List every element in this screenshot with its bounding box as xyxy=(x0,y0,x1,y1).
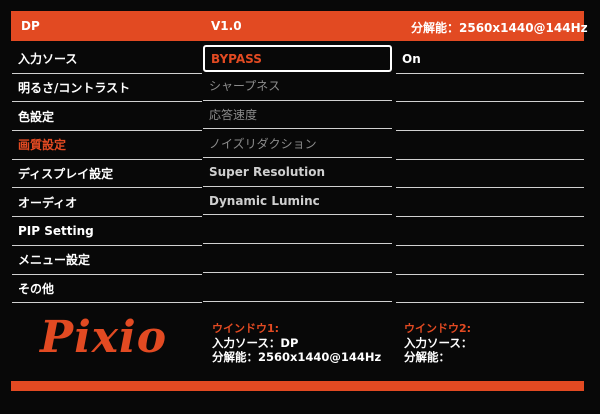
menu-item-pip-setting[interactable]: PIP Setting xyxy=(12,217,202,246)
submenu-item-sharpness[interactable]: シャープネス xyxy=(203,72,392,101)
menu-item-color-settings[interactable]: 色設定 xyxy=(12,102,202,132)
header-resolution: 分解能：2560x1440@144Hz xyxy=(411,21,588,35)
submenu-empty-row xyxy=(203,273,392,302)
window1-title: ウインドウ1: xyxy=(212,322,280,335)
value-empty-row xyxy=(396,246,584,275)
menu-item-audio[interactable]: オーディオ xyxy=(12,188,202,218)
submenu-item-label: Super Resolution xyxy=(209,164,326,179)
value-empty-row xyxy=(396,102,584,132)
window1-input-line: 入力ソース：DP xyxy=(212,336,299,350)
window1-info: ウインドウ1: 入力ソース：DP 分解能：2560x1440@144Hz xyxy=(212,322,381,364)
submenu-item-label: Dynamic Luminc xyxy=(209,193,320,208)
submenu-item-bypass[interactable]: BYPASS xyxy=(203,45,392,72)
submenu-item-label: 応答速度 xyxy=(209,108,258,123)
submenu-item-label: BYPASS xyxy=(211,51,262,66)
footer-bar xyxy=(11,381,584,391)
menu-item-label: メニュー設定 xyxy=(18,253,91,268)
menu-item-label: ディスプレイ設定 xyxy=(18,167,114,182)
pixio-logo: Pixio xyxy=(40,312,168,363)
menu-item-label: 色設定 xyxy=(18,109,55,124)
value-empty-row xyxy=(396,74,584,103)
header-bar: DP V1.0 分解能：2560x1440@144Hz xyxy=(11,11,588,41)
submenu-empty-row xyxy=(203,215,392,245)
header-version: V1.0 xyxy=(211,19,242,33)
value-empty-row xyxy=(396,217,584,246)
menu-item-label: 画質設定 xyxy=(18,138,67,153)
menu-item-label: オーディオ xyxy=(18,195,78,210)
submenu-item-label: シャープネス xyxy=(209,79,281,94)
window2-info: ウインドウ2: 入力ソース： 分解能： xyxy=(404,322,472,364)
osd-screen: DP V1.0 分解能：2560x1440@144Hz 入力ソース 明るさ/コン… xyxy=(0,0,600,414)
menu-item-label: 明るさ/コントラスト xyxy=(18,81,131,96)
window2-title: ウインドウ2: xyxy=(404,322,472,335)
window2-resolution-line: 分解能： xyxy=(404,350,450,364)
window1-resolution-line: 分解能：2560x1440@144Hz xyxy=(212,350,382,364)
menu-item-menu-settings[interactable]: メニュー設定 xyxy=(12,246,202,275)
menu-item-brightness-contrast[interactable]: 明るさ/コントラスト xyxy=(12,74,202,103)
value-empty-row xyxy=(396,131,584,160)
submenu: BYPASS シャープネス 応答速度 ノイズリダクション Super Resol… xyxy=(203,45,392,302)
submenu-item-label: ノイズリダクション xyxy=(209,136,317,151)
value-empty-row xyxy=(396,188,584,218)
main-menu: 入力ソース 明るさ/コントラスト 色設定 画質設定 ディスプレイ設定 オーディオ… xyxy=(12,45,202,304)
submenu-item-noise-reduction[interactable]: ノイズリダクション xyxy=(203,129,392,159)
window2-input-line: 入力ソース： xyxy=(404,336,473,350)
submenu-item-response-time[interactable]: 応答速度 xyxy=(203,101,392,130)
value-label: On xyxy=(402,51,421,66)
menu-item-display-settings[interactable]: ディスプレイ設定 xyxy=(12,160,202,189)
menu-item-label: その他 xyxy=(18,281,55,296)
menu-item-input-source[interactable]: 入力ソース xyxy=(12,45,202,74)
value-column: On xyxy=(396,45,584,304)
submenu-item-dynamic-luminc[interactable]: Dynamic Luminc xyxy=(203,187,392,216)
header-input-source: DP xyxy=(21,19,40,33)
value-empty-row xyxy=(396,160,584,189)
menu-item-label: 入力ソース xyxy=(18,52,78,67)
value-bypass[interactable]: On xyxy=(396,45,584,74)
submenu-item-super-resolution[interactable]: Super Resolution xyxy=(203,158,392,187)
submenu-empty-row xyxy=(203,244,392,273)
menu-item-image-quality[interactable]: 画質設定 xyxy=(12,131,202,160)
value-empty-row xyxy=(396,275,584,304)
menu-item-label: PIP Setting xyxy=(18,223,94,238)
menu-item-other[interactable]: その他 xyxy=(12,275,202,304)
